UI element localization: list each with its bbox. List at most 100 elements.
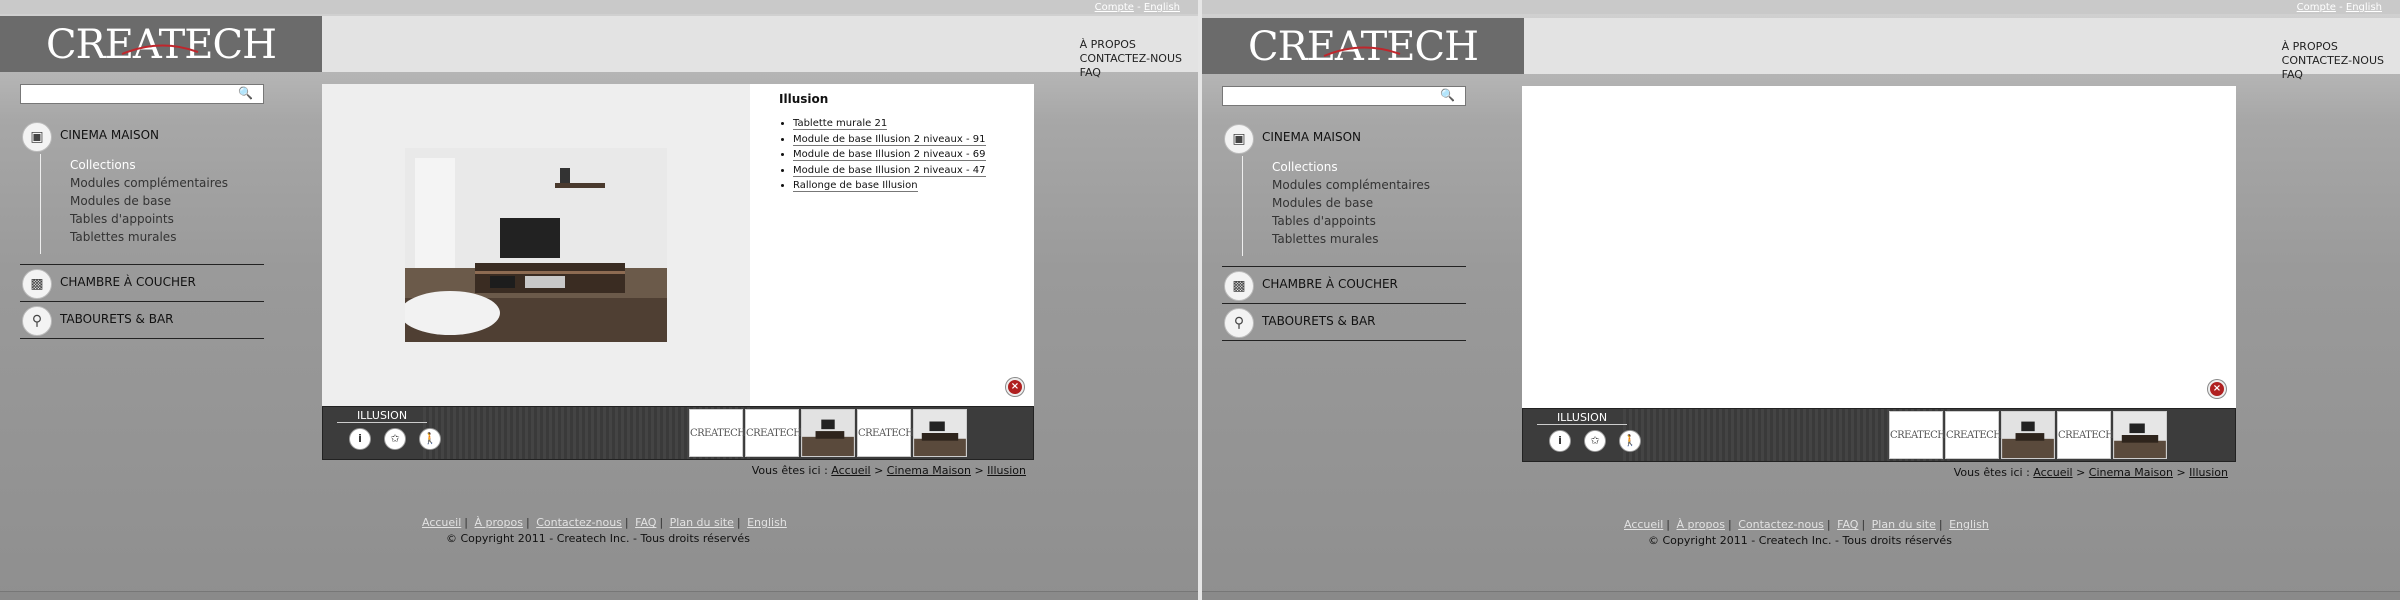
footer-link-a-propos[interactable]: À propos <box>475 516 523 529</box>
breadcrumb-illusion[interactable]: Illusion <box>987 464 1026 477</box>
logo-swoosh-icon <box>121 44 199 55</box>
footer-link-contact[interactable]: Contactez-nous <box>536 516 622 529</box>
logo-area[interactable]: CREATECH <box>0 16 322 72</box>
bottom-strip <box>0 591 1198 600</box>
tv-icon: ▣ <box>22 122 52 152</box>
sidebar-item-cinema[interactable]: ▣ CINEMA MAISON <box>1222 120 1466 156</box>
stool-icon: ⚲ <box>22 306 52 336</box>
sidebar-subitem-collections[interactable]: Collections <box>1272 158 1466 176</box>
sidebar-subitem-modules-de-base[interactable]: Modules de base <box>70 192 264 210</box>
sidebar-subitem-modules-complementaires[interactable]: Modules complémentaires <box>1272 176 1466 194</box>
logo-area[interactable]: CREATECH <box>1202 18 1524 74</box>
collection-label: ILLUSION <box>1537 411 1627 425</box>
search-icon[interactable]: 🔍 <box>238 86 253 100</box>
breadcrumb-home[interactable]: Accueil <box>831 464 870 477</box>
language-link[interactable]: English <box>2346 2 2382 13</box>
list-item[interactable]: Tablette murale 21 <box>793 116 986 132</box>
footer-link-english[interactable]: English <box>1949 518 1989 531</box>
nav-faq[interactable]: FAQ <box>2282 68 2384 82</box>
star-icon[interactable]: ✩ <box>384 428 407 450</box>
footer-links: Accueil | À propos | Contactez-nous | FAQ | … <box>422 516 787 529</box>
search-input[interactable]: 🔍 <box>20 84 264 104</box>
top-links-separator: - <box>1137 2 1141 13</box>
footer-link-contact[interactable]: Contactez-nous <box>1738 518 1824 531</box>
footer-link-a-propos[interactable]: À propos <box>1677 518 1725 531</box>
footer-link-english[interactable]: English <box>747 516 787 529</box>
list-item[interactable]: Module de base Illusion 2 niveaux - 69 <box>793 147 986 163</box>
info-icon[interactable]: i <box>1549 430 1571 452</box>
sidebar-item-cinema[interactable]: ▣ CINEMA MAISON <box>20 118 264 154</box>
thumbnail[interactable]: CREATECH <box>745 409 802 457</box>
copyright: © Copyright 2011 - Createch Inc. - Tous … <box>446 532 750 545</box>
breadcrumb-cinema[interactable]: Cinema Maison <box>887 464 971 477</box>
thumbnail[interactable] <box>2001 411 2055 459</box>
thumbnail[interactable] <box>913 409 967 457</box>
person-icon[interactable]: 🚶 <box>1619 430 1642 452</box>
footer-link-plan[interactable]: Plan du site <box>1872 518 1936 531</box>
nav-contact[interactable]: CONTACTEZ-NOUS <box>2282 54 2384 68</box>
footer-sep: | <box>659 516 664 529</box>
sidebar-item-chambre[interactable]: ▩ CHAMBRE À COUCHER <box>20 265 264 302</box>
breadcrumb: Vous êtes ici : Accueil > Cinema Maison … <box>1954 466 2228 479</box>
product-item-link[interactable]: Module de base Illusion 2 niveaux - 47 <box>793 164 986 177</box>
breadcrumb-illusion[interactable]: Illusion <box>2189 466 2228 479</box>
search-input[interactable]: 🔍 <box>1222 86 1466 106</box>
language-link[interactable]: English <box>1144 2 1180 13</box>
sidebar-item-tabourets[interactable]: ⚲ TABOURETS & BAR <box>20 302 264 339</box>
sidebar-subitem-tables-appoints[interactable]: Tables d'appoints <box>70 210 264 228</box>
star-icon[interactable]: ✩ <box>1584 430 1607 452</box>
footer-link-faq[interactable]: FAQ <box>1837 518 1858 531</box>
footer-link-accueil[interactable]: Accueil <box>1624 518 1663 531</box>
collection-strip: ILLUSION i ✩ 🚶 CREATECH CREATECH CREATEC… <box>322 406 1034 460</box>
bottom-strip <box>1202 591 2400 600</box>
close-icon[interactable]: × <box>1006 378 1024 396</box>
nav-about[interactable]: À PROPOS <box>2282 40 2384 54</box>
thumbnail[interactable] <box>2113 411 2167 459</box>
sidebar-item-chambre[interactable]: ▩ CHAMBRE À COUCHER <box>1222 267 1466 304</box>
thumbnail[interactable]: CREATECH <box>689 409 746 457</box>
thumbnail[interactable] <box>801 409 855 457</box>
close-icon[interactable]: × <box>2208 380 2226 398</box>
sidebar-subitem-tables-appoints[interactable]: Tables d'appoints <box>1272 212 1466 230</box>
account-link[interactable]: Compte <box>1095 2 1134 13</box>
breadcrumb-prefix: Vous êtes ici : <box>751 464 828 477</box>
person-icon[interactable]: 🚶 <box>419 428 442 450</box>
product-item-link[interactable]: Rallonge de base Illusion <box>793 180 918 192</box>
thumbnail[interactable]: CREATECH <box>2057 411 2114 459</box>
thumbnail[interactable]: CREATECH <box>857 409 914 457</box>
info-icon[interactable]: i <box>349 428 371 450</box>
footer-link-plan[interactable]: Plan du site <box>670 516 734 529</box>
sidebar-item-tabourets[interactable]: ⚲ TABOURETS & BAR <box>1222 304 1466 341</box>
sidebar-subitem-tablettes-murales[interactable]: Tablettes murales <box>1272 230 1466 248</box>
breadcrumb-cinema[interactable]: Cinema Maison <box>2089 466 2173 479</box>
nav-about[interactable]: À PROPOS <box>1080 38 1182 52</box>
thumbnail[interactable]: CREATECH <box>1945 411 2002 459</box>
list-item[interactable]: Module de base Illusion 2 niveaux - 91 <box>793 132 986 148</box>
product-item-link[interactable]: Module de base Illusion 2 niveaux - 91 <box>793 133 986 146</box>
top-links: Compte - English <box>1095 2 1180 13</box>
sidebar-subitem-collections[interactable]: Collections <box>70 156 264 174</box>
sidebar-subitem-modules-complementaires[interactable]: Modules complémentaires <box>70 174 264 192</box>
sidebar-subitem-tablettes-murales[interactable]: Tablettes murales <box>70 228 264 246</box>
footer-link-faq[interactable]: FAQ <box>635 516 656 529</box>
sidebar-item-label: CHAMBRE À COUCHER <box>1262 277 1398 291</box>
account-link[interactable]: Compte <box>2297 2 2336 13</box>
footer-link-accueil[interactable]: Accueil <box>422 516 461 529</box>
footer-sep: | <box>464 516 468 529</box>
thumbnail[interactable]: CREATECH <box>1889 411 1946 459</box>
search-icon[interactable]: 🔍 <box>1440 88 1455 102</box>
product-items-list: Tablette murale 21 Module de base Illusi… <box>779 116 986 194</box>
footer-sep: | <box>1938 518 1943 531</box>
sidebar-item-label: CINEMA MAISON <box>1262 130 1361 144</box>
nav-faq[interactable]: FAQ <box>1080 66 1182 80</box>
product-item-link[interactable]: Module de base Illusion 2 niveaux - 69 <box>793 149 986 161</box>
breadcrumb-separator: > <box>974 464 984 477</box>
list-item[interactable]: Rallonge de base Illusion <box>793 178 986 194</box>
product-item-link[interactable]: Tablette murale 21 <box>793 118 888 130</box>
breadcrumb-home[interactable]: Accueil <box>2033 466 2072 479</box>
sidebar-subitem-modules-de-base[interactable]: Modules de base <box>1272 194 1466 212</box>
subitems-line <box>40 154 41 254</box>
product-photo[interactable] <box>405 148 667 342</box>
nav-contact[interactable]: CONTACTEZ-NOUS <box>1080 52 1182 66</box>
list-item[interactable]: Module de base Illusion 2 niveaux - 47 <box>793 163 986 179</box>
